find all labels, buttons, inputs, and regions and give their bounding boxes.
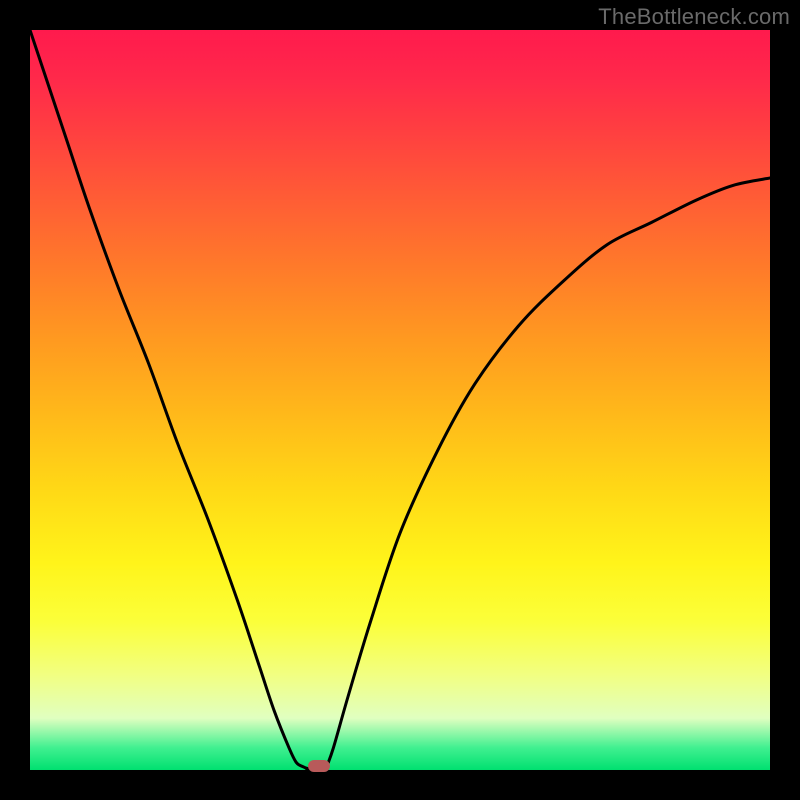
minimum-marker (308, 760, 330, 772)
bottleneck-curve (30, 30, 770, 770)
watermark-text: TheBottleneck.com (598, 4, 790, 30)
plot-area (30, 30, 770, 770)
outer-frame: TheBottleneck.com (0, 0, 800, 800)
